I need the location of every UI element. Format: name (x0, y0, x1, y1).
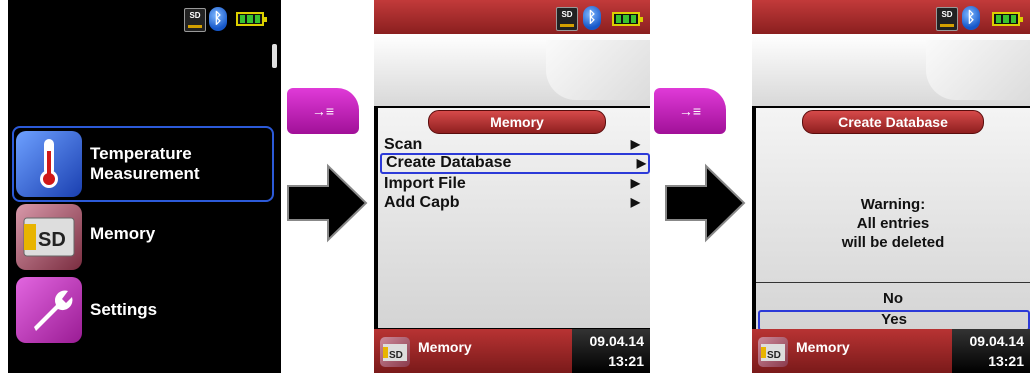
warning-line: Warning: (860, 196, 926, 213)
menu-item-memory[interactable]: SD Memory (16, 204, 155, 270)
arrow-right-icon: ▶ (630, 176, 640, 190)
sd-card-icon: SD (380, 337, 410, 367)
time-text: 13:21 (988, 353, 1024, 369)
status-bar (374, 0, 650, 34)
footer-label: Memory (418, 339, 472, 355)
datetime: 09.04.14 13:21 (952, 329, 1030, 373)
menu-item-temperature[interactable]: Temperature Measurement (16, 131, 200, 197)
menu-title: Memory (428, 110, 606, 134)
bluetooth-icon: ᛒ (209, 7, 227, 31)
wrench-icon (16, 277, 82, 343)
sd-card-status-icon: SD (936, 7, 958, 31)
date-text: 09.04.14 (969, 333, 1025, 349)
menu-item-add-capb[interactable]: Add Capb ▶ (384, 193, 642, 212)
menu-item-import-file[interactable]: Import File ▶ (384, 174, 642, 193)
memory-screen: SD ᛒ Memory Scan ▶ Create Database ▶ Impor… (374, 0, 650, 373)
header-decoration (926, 40, 1030, 100)
svg-text:SD: SD (38, 229, 66, 251)
dialog-title: Create Database (802, 110, 984, 134)
header-decoration (546, 40, 650, 100)
time-text: 13:21 (608, 353, 644, 369)
sd-card-icon: SD (758, 337, 788, 367)
warning-message: Warning: All entries will be deleted (756, 195, 1030, 252)
footer-bar: SD Memory 09.04.14 13:21 (374, 329, 650, 373)
menu-item-label: Memory (90, 224, 156, 243)
sd-card-status-icon: SD (556, 7, 578, 31)
option-no[interactable]: No (756, 290, 1030, 307)
battery-icon (236, 12, 267, 26)
flow-arrow-icon (665, 163, 746, 243)
status-bar (752, 0, 1030, 34)
create-database-screen: SD ᛒ Create Database Warning: All entrie… (752, 0, 1030, 373)
menu-item-label: Scan (384, 136, 423, 153)
menu-item-label: Create Database (386, 154, 512, 171)
menu-item-label: Temperature Measurement (90, 144, 200, 183)
arrow-right-icon: ▶ (630, 195, 640, 209)
menu-item-label: Settings (90, 300, 158, 319)
main-menu-screen: SD ᛒ Temperature Measurement SD Memory S… (8, 0, 281, 373)
option-yes[interactable]: Yes (758, 310, 1030, 331)
battery-icon (992, 12, 1023, 26)
warning-line: will be deleted (841, 234, 945, 251)
menu-item-settings[interactable]: Settings (16, 277, 157, 343)
sd-card-icon: SD (16, 204, 82, 270)
svg-text:SD: SD (389, 350, 403, 361)
sd-card-status-icon: SD (184, 8, 206, 32)
divider (756, 282, 1030, 283)
enter-softkey[interactable]: →≡ (287, 88, 359, 134)
bluetooth-icon: ᛒ (583, 6, 601, 30)
enter-softkey[interactable]: →≡ (654, 88, 726, 134)
arrow-right-icon: ▶ (636, 156, 646, 170)
menu-item-scan[interactable]: Scan ▶ (384, 135, 642, 154)
arrow-right-icon: ▶ (630, 137, 640, 151)
menu-item-create-database[interactable]: Create Database ▶ (380, 153, 650, 174)
datetime: 09.04.14 13:21 (572, 329, 650, 373)
scrollbar[interactable] (272, 44, 277, 68)
bluetooth-icon: ᛒ (962, 6, 980, 30)
svg-text:SD: SD (767, 350, 781, 361)
footer-bar: SD Memory 09.04.14 13:21 (752, 329, 1030, 373)
menu-item-label: Add Capb (384, 194, 460, 211)
warning-line: All entries (856, 215, 930, 232)
date-text: 09.04.14 (589, 333, 645, 349)
footer-label: Memory (796, 339, 850, 355)
thermometer-icon (16, 131, 82, 197)
menu-item-label: Import File (384, 175, 466, 192)
flow-arrow-icon (287, 163, 368, 243)
battery-icon (612, 12, 643, 26)
